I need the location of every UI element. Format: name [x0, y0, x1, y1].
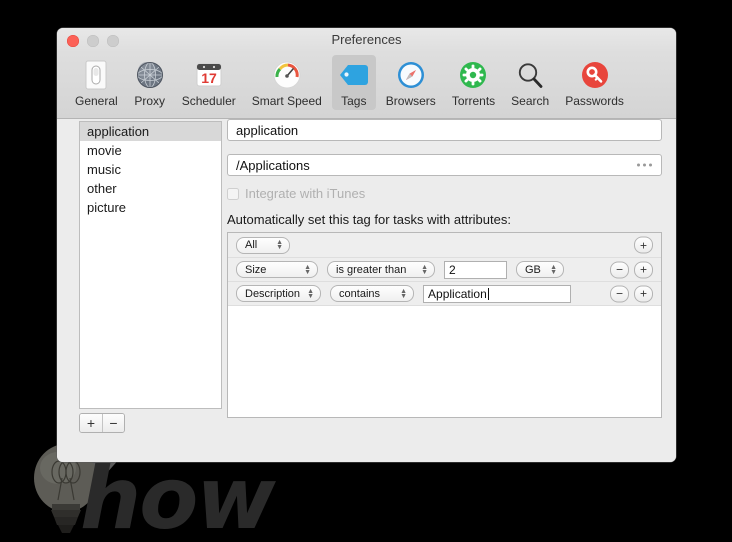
rule-operator-value: is greater than [336, 263, 407, 276]
toolbar-item-smart-speed-label: Smart Speed [251, 94, 322, 108]
attributes-caption: Automatically set this tag for tasks wit… [227, 212, 511, 227]
rule-row-buttons: − + [610, 285, 653, 302]
rules-divider [228, 305, 661, 306]
rule-scope-row: All ▲ ▼ + [228, 233, 661, 257]
tag-name-field[interactable]: application [227, 119, 662, 141]
list-item[interactable]: music [80, 160, 221, 179]
tag-name-value: application [236, 122, 299, 138]
rule-value-text: Application [428, 286, 487, 301]
toolbar-item-torrents-label: Torrents [451, 94, 496, 108]
toolbar-item-proxy-label: Proxy [134, 94, 166, 108]
rule-attribute-value: Size [245, 263, 267, 276]
tag-list-controls: + − [79, 413, 125, 433]
tag-icon [339, 57, 369, 93]
rule-operator-value: contains [339, 287, 381, 300]
toolbar-item-scheduler[interactable]: 17 Scheduler [176, 55, 242, 110]
itunes-checkbox-row[interactable]: Integrate with iTunes [227, 186, 662, 201]
rule-operator-popup[interactable]: is greater than ▲ ▼ [327, 261, 435, 278]
browse-ellipsis-icon[interactable] [637, 163, 652, 167]
rule-attribute-value: Description [245, 287, 301, 300]
rule-unit-value: GB [525, 263, 541, 276]
speed-icon [272, 57, 302, 93]
toolbar-item-torrents[interactable]: Torrents [446, 55, 501, 110]
toolbar-item-smart-speed[interactable]: Smart Speed [246, 55, 328, 110]
scheduler-icon: 17 [195, 57, 223, 93]
itunes-checkbox[interactable] [227, 187, 239, 200]
proxy-icon [136, 57, 164, 93]
chevron-updown-icon: ▲ ▼ [276, 239, 283, 251]
list-item[interactable]: application [80, 122, 221, 141]
remove-tag-button[interactable]: − [102, 414, 124, 432]
rule-unit-popup[interactable]: GB ▲ ▼ [516, 261, 564, 278]
rule-row-buttons: − + [610, 261, 653, 278]
compass-icon [397, 57, 425, 93]
toolbar-item-browsers[interactable]: Browsers [380, 55, 442, 110]
key-icon [581, 57, 609, 93]
list-item[interactable]: movie [80, 141, 221, 160]
toolbar-item-tags[interactable]: Tags [331, 55, 376, 110]
remove-rule-button[interactable]: − [610, 285, 629, 302]
rule-attribute-popup[interactable]: Description ▲ ▼ [236, 285, 322, 302]
toolbar-item-general-label: General [75, 94, 118, 108]
toolbar-item-general[interactable]: General [69, 55, 124, 110]
rule-value-input[interactable]: 2 [444, 260, 507, 279]
preferences-body: application movie music other picture + … [57, 119, 676, 462]
chevron-updown-icon: ▲ ▼ [421, 263, 428, 276]
toolbar-item-proxy[interactable]: Proxy [128, 55, 172, 110]
toolbar-item-scheduler-label: Scheduler [181, 94, 236, 108]
svg-text:17: 17 [201, 70, 217, 86]
toolbar-item-browsers-label: Browsers [385, 94, 436, 108]
toolbar-item-search-label: Search [511, 94, 550, 108]
rule-attribute-popup[interactable]: Size ▲ ▼ [236, 261, 318, 278]
attributes-rules-box: All ▲ ▼ + Size ▲ ▼ is greater than ▲ ▼ 2… [227, 232, 662, 418]
tag-path-value: /Applications [236, 157, 310, 173]
chevron-updown-icon: ▲ ▼ [550, 263, 557, 276]
chevron-updown-icon: ▲ ▼ [304, 263, 311, 276]
toolbar-item-passwords[interactable]: Passwords [559, 55, 630, 110]
rule-value-text: 2 [449, 262, 456, 277]
itunes-checkbox-label: Integrate with iTunes [245, 186, 366, 201]
add-tag-button[interactable]: + [80, 414, 102, 432]
tags-list[interactable]: application movie music other picture [79, 121, 222, 409]
text-caret [487, 287, 489, 300]
search-icon [516, 57, 544, 93]
list-item[interactable]: other [80, 179, 221, 198]
add-rule-button[interactable]: + [634, 261, 653, 278]
preferences-toolbar: General Proxy 17 Scheduler Smart Speed T… [57, 53, 676, 119]
tag-detail-pane: application /Applications Integrate with… [227, 119, 662, 418]
rule-row: Description ▲ ▼ contains ▲ ▼ Application − [228, 281, 661, 305]
gear-icon [459, 57, 487, 93]
toolbar-item-passwords-label: Passwords [565, 94, 624, 108]
chevron-updown-icon: ▲ ▼ [307, 287, 315, 300]
window-title: Preferences [331, 32, 402, 47]
rule-operator-popup[interactable]: contains ▲ ▼ [330, 285, 415, 302]
add-rule-button[interactable]: + [634, 236, 653, 254]
rule-value-input[interactable]: Application [423, 284, 572, 303]
match-scope-popup[interactable]: All ▲ ▼ [236, 236, 290, 254]
rule-row: Size ▲ ▼ is greater than ▲ ▼ 2 GB ▲ ▼ − … [228, 257, 661, 281]
remove-rule-button[interactable]: − [610, 261, 629, 278]
add-rule-button[interactable]: + [634, 285, 653, 302]
general-icon [83, 57, 109, 93]
tag-path-field[interactable]: /Applications [227, 154, 662, 176]
watermark-text: how [80, 449, 276, 542]
toolbar-item-tags-label: Tags [341, 94, 367, 108]
list-item[interactable]: picture [80, 198, 221, 217]
scope-row-buttons: + [634, 236, 653, 254]
match-scope-value: All [245, 239, 258, 251]
preferences-window: Preferences General Proxy 17 Scheduler S… [57, 28, 676, 462]
toolbar-item-search[interactable]: Search [505, 55, 555, 110]
chevron-updown-icon: ▲ ▼ [400, 287, 408, 300]
window-titlebar: Preferences [57, 28, 676, 53]
screen-root: how Preferences General Proxy 17 Schedul… [0, 0, 732, 542]
